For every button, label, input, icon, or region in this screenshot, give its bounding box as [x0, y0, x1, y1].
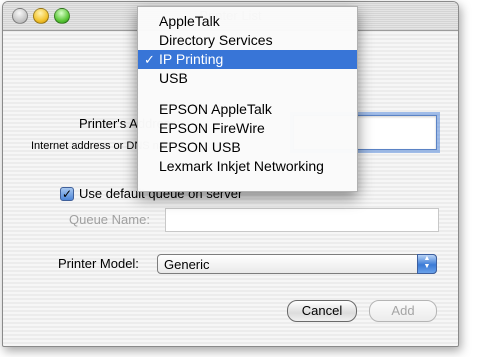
menu-item-epson-firewire[interactable]: EPSON FireWire: [138, 119, 357, 138]
checkmark-icon: ✓: [61, 187, 73, 201]
printer-model-popup[interactable]: Generic ▲ ▼: [157, 254, 437, 274]
menu-item-epson-appletalk[interactable]: EPSON AppleTalk: [138, 100, 357, 119]
menu-item-label: EPSON USB: [159, 139, 241, 155]
menu-item-label: IP Printing: [159, 51, 224, 67]
add-button[interactable]: Add: [369, 300, 437, 322]
menu-item-label: EPSON AppleTalk: [159, 101, 272, 117]
printer-model-label: Printer Model:: [58, 256, 139, 271]
connection-type-menu: AppleTalk Directory Services ✓ IP Printi…: [137, 6, 358, 192]
checkmark-icon: ✓: [144, 52, 155, 67]
queue-name-label: Queue Name:: [69, 212, 150, 227]
menu-item-label: Lexmark Inkjet Networking: [159, 158, 324, 174]
menu-item-ip-printing[interactable]: ✓ IP Printing: [138, 50, 357, 69]
printer-model-value: Generic: [164, 257, 210, 272]
menu-item-label: Directory Services: [159, 32, 273, 48]
menu-item-epson-usb[interactable]: EPSON USB: [138, 138, 357, 157]
menu-item-label: EPSON FireWire: [159, 120, 265, 136]
cancel-button[interactable]: Cancel: [287, 300, 357, 322]
queue-name-field[interactable]: [165, 208, 439, 232]
menu-item-appletalk[interactable]: AppleTalk: [138, 12, 357, 31]
menu-item-label: AppleTalk: [159, 13, 220, 29]
menu-item-lexmark-inkjet-networking[interactable]: Lexmark Inkjet Networking: [138, 157, 357, 176]
menu-item-directory-services[interactable]: Directory Services: [138, 31, 357, 50]
menu-item-label: USB: [159, 70, 188, 86]
menu-item-usb[interactable]: USB: [138, 69, 357, 88]
default-queue-checkbox[interactable]: ✓: [60, 187, 74, 201]
up-down-arrows-icon: ▲ ▼: [417, 254, 437, 274]
